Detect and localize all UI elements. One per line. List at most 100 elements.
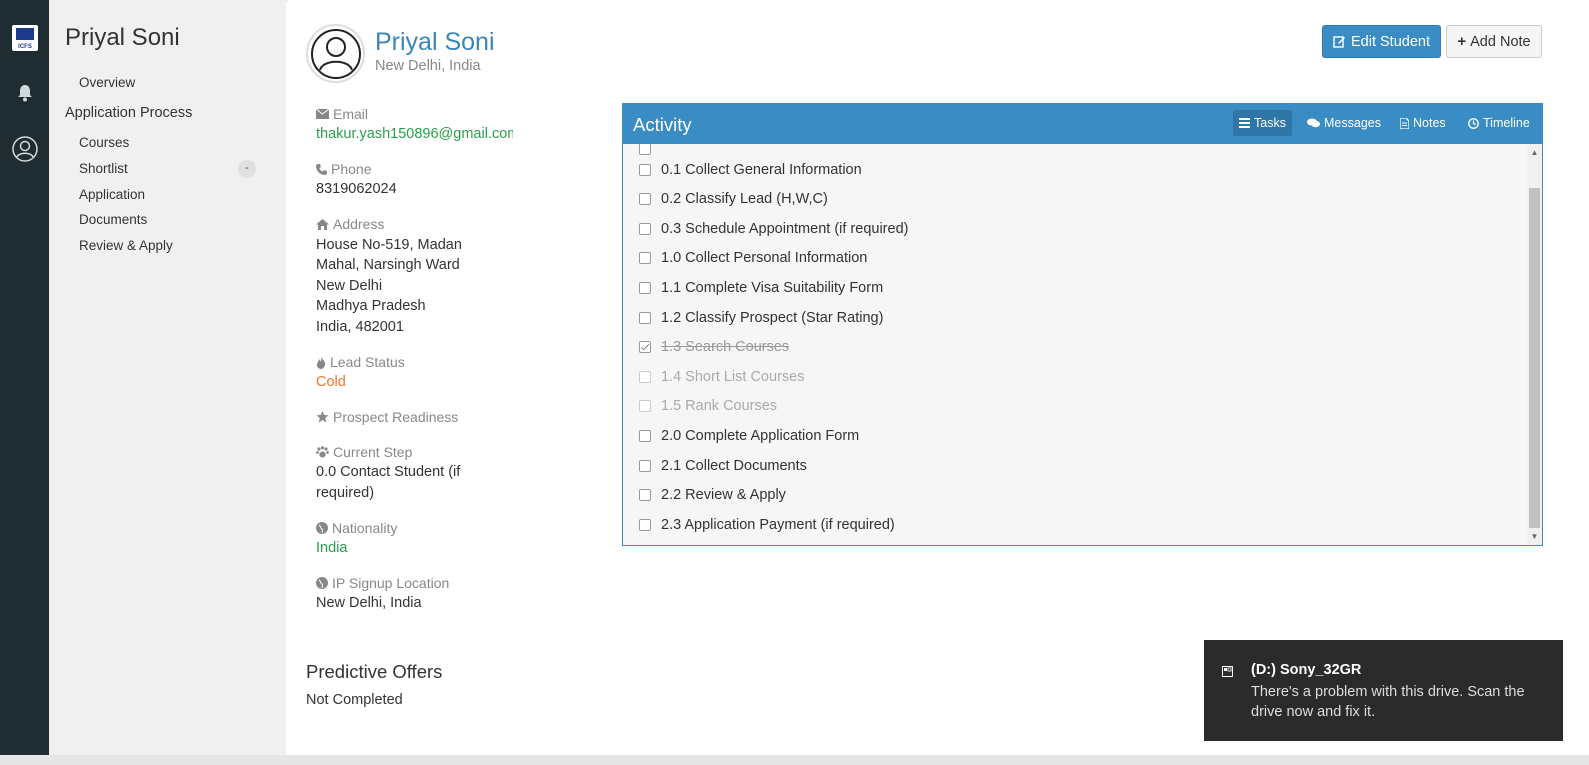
clock-icon <box>1468 117 1479 129</box>
task-list: 0.1 Collect General Information 0.2 Clas… <box>623 144 1527 545</box>
toast-message: There's a problem with this drive. Scan … <box>1251 684 1525 720</box>
activity-title: Activity <box>633 114 692 135</box>
lead-status-label: Lead Status <box>316 354 405 370</box>
plus-icon: + <box>1457 33 1467 50</box>
task-checkbox[interactable] <box>639 312 651 324</box>
sidebar-item-shortlist[interactable]: Shortlist <box>79 161 128 176</box>
task-row[interactable]: 0.3 Schedule Appointment (if required) <box>639 218 908 240</box>
sidebar-item-documents[interactable]: Documents <box>79 212 147 227</box>
task-checkbox[interactable] <box>639 519 651 531</box>
task-row[interactable]: 1.0 Collect Personal Information <box>639 247 867 269</box>
task-checkbox[interactable] <box>639 164 651 176</box>
app-rail: ICFS <box>0 0 49 765</box>
task-row-disabled: 1.5 Rank Courses <box>639 395 777 417</box>
scroll-down-arrow-icon[interactable]: ▼ <box>1527 532 1542 541</box>
task-checkbox[interactable] <box>639 252 651 264</box>
task-row[interactable]: 1.2 Classify Prospect (Star Rating) <box>639 307 883 329</box>
task-row[interactable]: 2.1 Collect Documents <box>639 455 807 477</box>
page-scrollbar[interactable] <box>1568 0 1589 765</box>
ip-signup-value: New Delhi, India <box>316 595 422 611</box>
bell-icon[interactable] <box>0 84 49 102</box>
task-checkbox-checked[interactable] <box>639 341 651 353</box>
predictive-offers-title: Predictive Offers <box>306 661 443 682</box>
task-row[interactable]: 0.2 Classify Lead (H,W,C) <box>639 188 828 210</box>
task-checkbox[interactable] <box>639 282 651 294</box>
user-circle-icon[interactable] <box>0 136 49 162</box>
sidebar-item-application[interactable]: Application <box>79 187 145 202</box>
paw-icon <box>316 446 329 458</box>
current-step-label: Current Step <box>316 444 412 460</box>
home-icon <box>316 218 329 230</box>
task-row-disabled: 1.4 Short List Courses <box>639 366 804 388</box>
student-location: New Delhi, India <box>375 58 481 74</box>
task-row[interactable]: 2.2 Review & Apply <box>639 484 786 506</box>
address-line-1: House No-519, Madan <box>316 237 462 253</box>
shortlist-badge: - <box>238 160 256 178</box>
phone-label: Phone <box>316 161 371 177</box>
task-checkbox-disabled <box>639 371 651 383</box>
predictive-offers-value: Not Completed <box>306 692 403 708</box>
address-line-4: Madhya Pradesh <box>316 298 426 314</box>
scroll-up-arrow-icon[interactable]: ▲ <box>1527 148 1542 157</box>
task-checkbox[interactable] <box>639 193 651 205</box>
sidebar-item-overview[interactable]: Overview <box>79 75 135 90</box>
activity-header: Activity Tasks Messages Notes Timeline <box>623 104 1542 144</box>
student-avatar <box>306 24 365 83</box>
user-avatar-icon <box>310 28 361 79</box>
nationality-label: Nationality <box>316 520 397 536</box>
list-icon <box>1239 118 1250 128</box>
task-checkbox[interactable] <box>639 489 651 501</box>
drive-icon <box>1222 664 1233 682</box>
star-icon <box>316 411 329 423</box>
task-row-partial <box>639 144 661 160</box>
email-value[interactable]: thakur.yash150896@gmail.com <box>316 124 513 145</box>
globe-icon <box>316 577 328 589</box>
ip-signup-label: IP Signup Location <box>316 575 449 591</box>
toast-title: (D:) Sony_32GR <box>1251 662 1362 678</box>
student-sidebar: Priyal Soni Overview Application Process… <box>49 0 286 765</box>
envelope-icon <box>316 109 329 119</box>
task-checkbox[interactable] <box>639 430 651 442</box>
scrollbar-thumb[interactable] <box>1529 188 1540 528</box>
task-row[interactable]: 0.1 Collect General Information <box>639 159 862 181</box>
tab-messages[interactable]: Messages <box>1301 110 1387 136</box>
activity-panel: Activity Tasks Messages Notes Timeline 0… <box>622 103 1543 546</box>
edit-icon <box>1333 36 1345 48</box>
globe-icon <box>316 522 328 534</box>
edit-student-label: Edit Student <box>1351 33 1430 50</box>
email-label: Email <box>316 106 368 122</box>
address-line-3: New Delhi <box>316 278 383 294</box>
current-step-value: 0.0 Contact Student (if required) <box>316 464 461 501</box>
tab-notes[interactable]: Notes <box>1394 110 1452 136</box>
lead-status-value: Cold <box>316 374 346 390</box>
task-row[interactable]: 2.0 Complete Application Form <box>639 425 859 447</box>
prospect-readiness-label: Prospect Readiness <box>316 409 458 425</box>
sidebar-student-name: Priyal Soni <box>65 24 180 51</box>
nationality-value: India <box>316 540 348 556</box>
sidebar-item-review-apply[interactable]: Review & Apply <box>79 238 173 253</box>
phone-icon <box>316 163 327 175</box>
comments-icon <box>1307 118 1320 128</box>
student-name: Priyal Soni <box>375 28 495 56</box>
task-list-scrollbar[interactable]: ▲ ▼ <box>1527 144 1542 545</box>
fire-icon <box>316 355 326 369</box>
task-row-completed[interactable]: 1.3 Search Courses <box>639 336 789 358</box>
sidebar-item-courses[interactable]: Courses <box>79 135 129 150</box>
task-row[interactable]: 1.1 Complete Visa Suitability Form <box>639 277 883 299</box>
add-note-button[interactable]: + Add Note <box>1446 25 1542 58</box>
task-checkbox-disabled <box>639 400 651 412</box>
task-checkbox[interactable] <box>639 460 651 472</box>
task-row[interactable]: 2.3 Application Payment (if required) <box>639 514 895 536</box>
file-icon <box>1400 117 1409 129</box>
edit-student-button[interactable]: Edit Student <box>1322 25 1441 58</box>
brand-logo[interactable]: ICFS <box>12 25 38 51</box>
task-checkbox[interactable] <box>639 223 651 235</box>
page-bottom-edge <box>0 755 1589 765</box>
sidebar-section-application-process[interactable]: Application Process <box>65 105 192 121</box>
drive-error-toast[interactable]: (D:) Sony_32GR There's a problem with th… <box>1204 640 1563 741</box>
tab-timeline[interactable]: Timeline <box>1462 110 1536 136</box>
tab-tasks[interactable]: Tasks <box>1233 110 1292 136</box>
add-note-label: Add Note <box>1470 33 1531 50</box>
address-label: Address <box>316 216 384 232</box>
address-line-2: Mahal, Narsingh Ward <box>316 257 460 273</box>
